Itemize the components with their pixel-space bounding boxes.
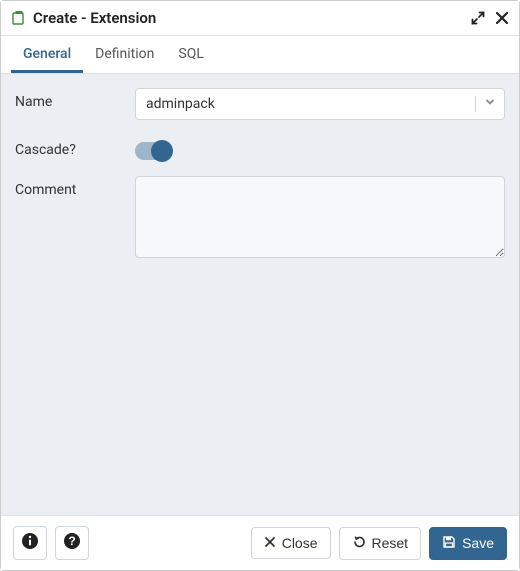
- reset-button[interactable]: Reset: [339, 527, 422, 560]
- select-separator: [475, 96, 476, 112]
- cascade-label: Cascade?: [15, 136, 135, 158]
- name-select[interactable]: adminpack: [135, 88, 505, 120]
- help-button[interactable]: ?: [55, 526, 89, 560]
- save-button-label: Save: [462, 535, 494, 551]
- info-button[interactable]: [13, 526, 47, 560]
- close-button[interactable]: Close: [251, 527, 331, 559]
- row-name: Name adminpack: [15, 88, 505, 120]
- footer: ? Close Reset: [1, 515, 519, 570]
- comment-label: Comment: [15, 176, 135, 198]
- name-label: Name: [15, 88, 135, 110]
- expand-icon[interactable]: [471, 11, 485, 25]
- row-comment: Comment: [15, 176, 505, 262]
- reset-icon: [352, 535, 366, 552]
- close-button-label: Close: [282, 535, 318, 551]
- tab-general[interactable]: General: [11, 36, 83, 73]
- create-extension-dialog: Create - Extension General Definition SQ…: [0, 0, 520, 571]
- row-cascade: Cascade?: [15, 136, 505, 160]
- save-button[interactable]: Save: [429, 527, 507, 560]
- name-select-value: adminpack: [146, 96, 215, 112]
- extension-icon: [11, 10, 27, 26]
- tab-definition[interactable]: Definition: [83, 36, 166, 73]
- close-icon[interactable]: [495, 11, 509, 25]
- help-icon: ?: [63, 532, 81, 554]
- save-icon: [442, 535, 456, 552]
- titlebar: Create - Extension: [1, 1, 519, 36]
- form-panel: Name adminpack Cascade?: [1, 74, 519, 515]
- x-icon: [264, 535, 276, 551]
- reset-button-label: Reset: [372, 535, 409, 551]
- cascade-toggle[interactable]: [135, 142, 171, 160]
- info-icon: [21, 532, 39, 554]
- window-title: Create - Extension: [33, 9, 461, 27]
- comment-textarea[interactable]: [135, 176, 505, 258]
- tab-sql[interactable]: SQL: [166, 36, 215, 73]
- chevron-down-icon: [484, 96, 496, 112]
- toggle-knob: [151, 140, 173, 162]
- svg-text:?: ?: [68, 534, 75, 548]
- tab-bar: General Definition SQL: [1, 36, 519, 74]
